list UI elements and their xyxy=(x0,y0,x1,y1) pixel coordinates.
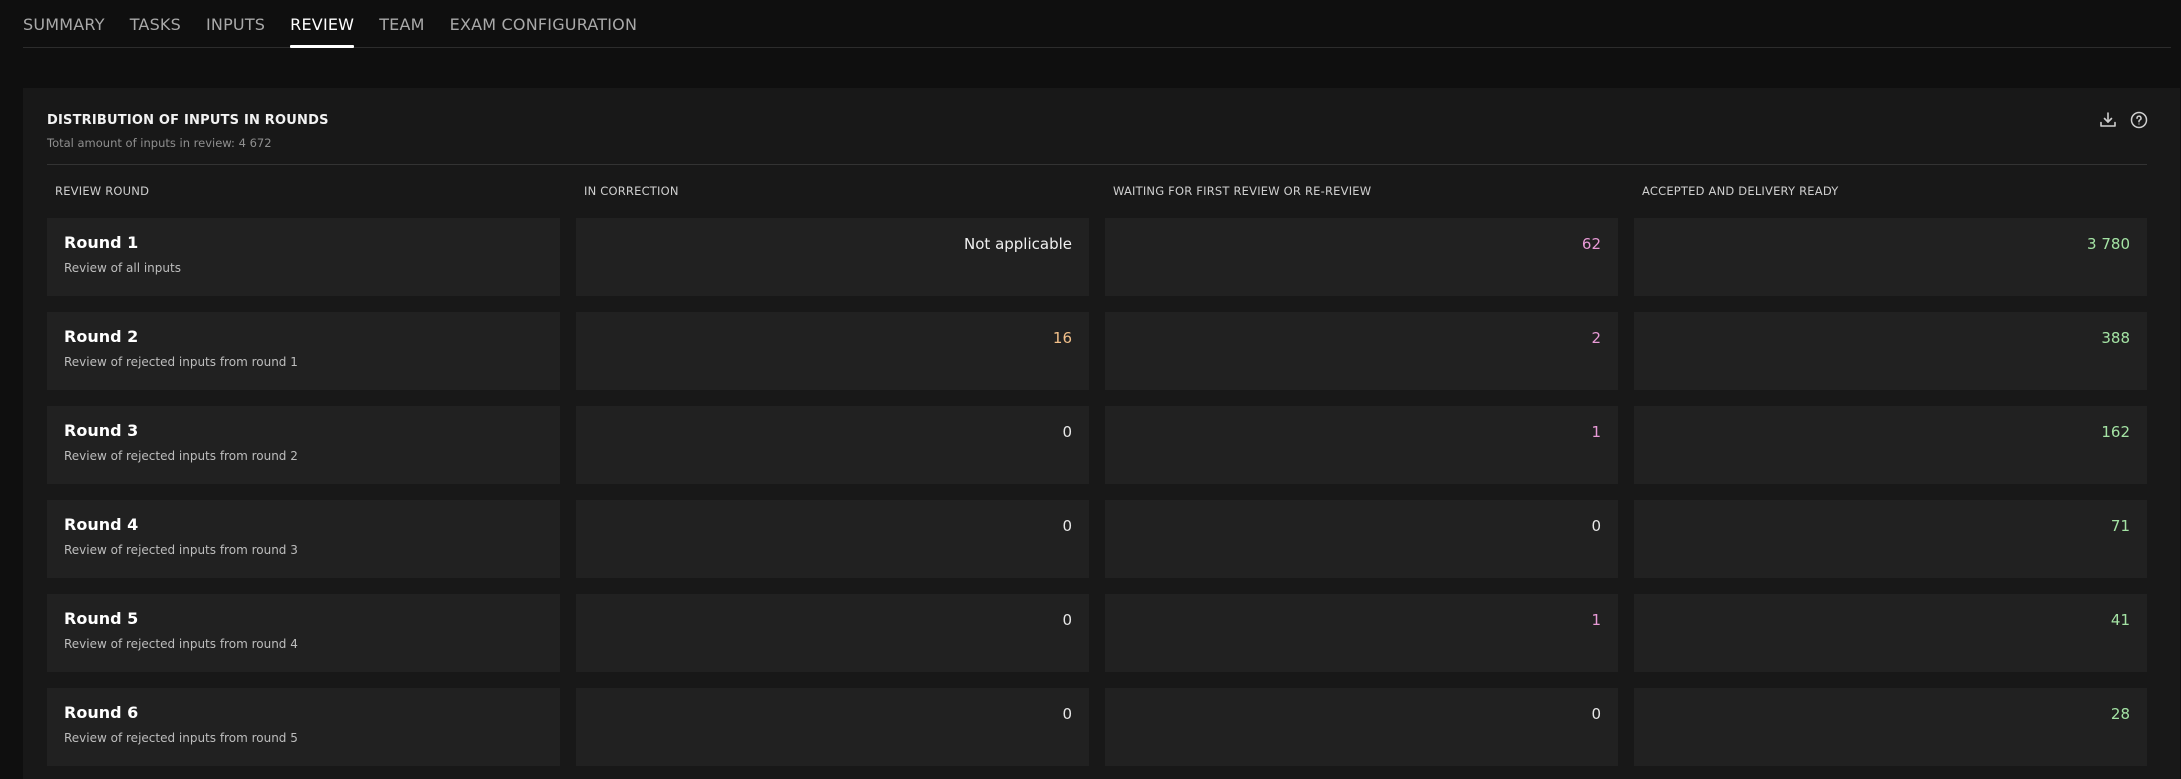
waiting-cell: 2 xyxy=(1105,312,1618,390)
in-correction-cell: 0 xyxy=(576,688,1089,766)
round-title: Round 5 xyxy=(64,609,139,628)
distribution-panel: DISTRIBUTION OF INPUTS IN ROUNDS Total a… xyxy=(23,88,2180,779)
accepted-cell: 388 xyxy=(1634,312,2147,390)
round-description: Review of rejected inputs from round 3 xyxy=(64,543,298,557)
round-description: Review of rejected inputs from round 1 xyxy=(64,355,298,369)
total-inputs-value: 4 672 xyxy=(238,136,272,150)
tab-tasks[interactable]: TASKS xyxy=(130,0,181,47)
round-description: Review of rejected inputs from round 5 xyxy=(64,731,298,745)
in-correction-value: 16 xyxy=(1052,329,1072,347)
waiting-cell: 0 xyxy=(1105,500,1618,578)
waiting-cell: 0 xyxy=(1105,688,1618,766)
tab-exam-configuration[interactable]: EXAM CONFIGURATION xyxy=(450,0,638,47)
help-icon xyxy=(2130,111,2148,129)
in-correction-cell: Not applicable xyxy=(576,218,1089,296)
round-cell: Round 4 Review of rejected inputs from ro… xyxy=(47,500,560,578)
column-header-in-correction: IN CORRECTION xyxy=(584,184,679,198)
panel-title: DISTRIBUTION OF INPUTS IN ROUNDS xyxy=(47,113,329,128)
in-correction-cell: 0 xyxy=(576,500,1089,578)
tab-bar: SUMMARY TASKS INPUTS REVIEW TEAM EXAM CO… xyxy=(23,0,2171,48)
round-description: Review of rejected inputs from round 2 xyxy=(64,449,298,463)
accepted-value: 388 xyxy=(2101,329,2130,347)
round-cell: Round 6 Review of rejected inputs from ro… xyxy=(47,688,560,766)
accepted-cell: 71 xyxy=(1634,500,2147,578)
tab-review[interactable]: REVIEW xyxy=(290,0,355,48)
accepted-value: 28 xyxy=(2110,705,2130,723)
header-divider xyxy=(47,164,2147,165)
waiting-value: 62 xyxy=(1581,235,1601,253)
waiting-cell: 1 xyxy=(1105,406,1618,484)
in-correction-cell: 0 xyxy=(576,594,1089,672)
round-description: Review of rejected inputs from round 4 xyxy=(64,637,298,651)
tab-team[interactable]: TEAM xyxy=(379,0,424,47)
in-correction-value: 0 xyxy=(1062,423,1072,441)
round-title: Round 1 xyxy=(64,233,139,252)
round-title: Round 2 xyxy=(64,327,139,346)
round-cell: Round 3 Review of rejected inputs from ro… xyxy=(47,406,560,484)
help-button[interactable] xyxy=(2128,109,2150,131)
accepted-cell: 3 780 xyxy=(1634,218,2147,296)
waiting-value: 2 xyxy=(1591,329,1601,347)
in-correction-value: 0 xyxy=(1062,517,1072,535)
accepted-value: 162 xyxy=(2101,423,2130,441)
in-correction-value: 0 xyxy=(1062,611,1072,629)
round-title: Round 6 xyxy=(64,703,139,722)
in-correction-cell: 16 xyxy=(576,312,1089,390)
tab-inputs[interactable]: INPUTS xyxy=(206,0,265,47)
in-correction-cell: 0 xyxy=(576,406,1089,484)
round-title: Round 3 xyxy=(64,421,139,440)
column-header-accepted: ACCEPTED AND DELIVERY READY xyxy=(1642,184,1839,198)
accepted-value: 71 xyxy=(2110,517,2130,535)
round-cell: Round 2 Review of rejected inputs from ro… xyxy=(47,312,560,390)
tab-summary[interactable]: SUMMARY xyxy=(23,0,105,47)
round-cell: Round 1 Review of all inputs xyxy=(47,218,560,296)
column-header-review-round: REVIEW ROUND xyxy=(55,184,150,198)
download-icon xyxy=(2100,112,2116,127)
waiting-value: 1 xyxy=(1591,611,1601,629)
total-inputs-label: Total amount of inputs in review: xyxy=(47,136,235,150)
waiting-value: 0 xyxy=(1591,705,1601,723)
in-correction-value: 0 xyxy=(1062,705,1072,723)
round-cell: Round 5 Review of rejected inputs from ro… xyxy=(47,594,560,672)
waiting-value: 0 xyxy=(1591,517,1601,535)
waiting-value: 1 xyxy=(1591,423,1601,441)
waiting-cell: 62 xyxy=(1105,218,1618,296)
waiting-cell: 1 xyxy=(1105,594,1618,672)
download-button[interactable] xyxy=(2097,109,2119,131)
accepted-value: 41 xyxy=(2110,611,2130,629)
accepted-value: 3 780 xyxy=(2087,235,2130,253)
panel-subtitle: Total amount of inputs in review: 4 672 xyxy=(47,136,272,150)
accepted-cell: 28 xyxy=(1634,688,2147,766)
accepted-cell: 41 xyxy=(1634,594,2147,672)
in-correction-value: Not applicable xyxy=(964,235,1072,253)
column-header-waiting: WAITING FOR FIRST REVIEW OR RE-REVIEW xyxy=(1113,184,1372,198)
round-description: Review of all inputs xyxy=(64,261,181,275)
accepted-cell: 162 xyxy=(1634,406,2147,484)
round-title: Round 4 xyxy=(64,515,139,534)
